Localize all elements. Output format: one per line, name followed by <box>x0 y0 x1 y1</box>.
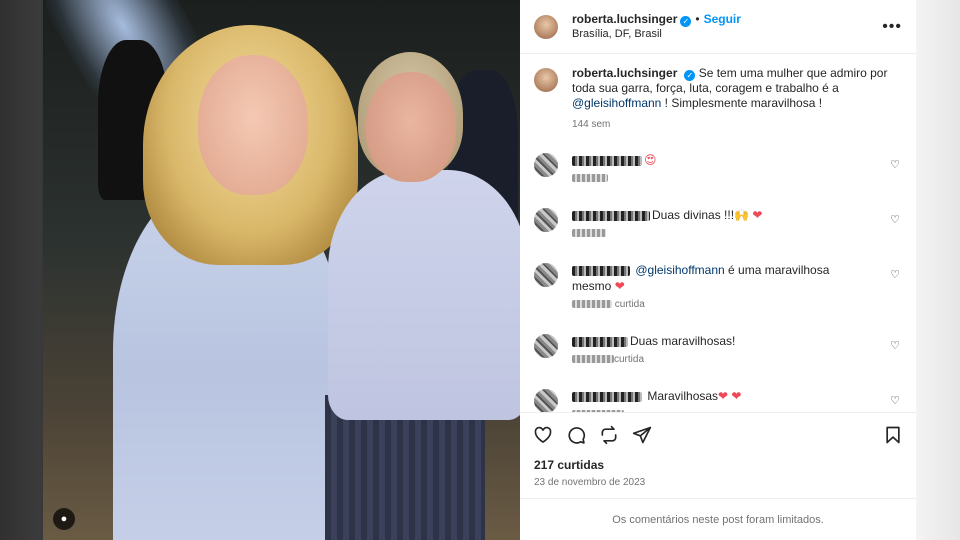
woman-right-blouse <box>328 170 520 420</box>
caption-time: 144 sem <box>572 119 611 130</box>
post-caption: roberta.luchsinger ✓ Se tem uma mulher qu… <box>534 66 902 132</box>
blurred-backdrop-right <box>915 0 960 540</box>
comment-icon[interactable] <box>565 424 587 446</box>
blurred-username[interactable] <box>572 210 650 221</box>
author-avatar[interactable] <box>534 14 558 39</box>
red-heart-emoji: ❤ <box>752 208 763 222</box>
share-icon[interactable] <box>631 424 653 446</box>
post-actions <box>520 412 916 456</box>
blurred-meta <box>572 300 612 309</box>
post-date: 23 de novembro de 2023 <box>534 477 646 488</box>
comment-item: Maravilhosas❤ ❤ ♡ <box>534 388 902 412</box>
like-icon[interactable] <box>532 424 554 446</box>
like-comment-icon[interactable]: ♡ <box>890 339 900 352</box>
post-header: roberta.luchsinger ✓ • Seguir Brasília, DF,… <box>520 0 916 54</box>
blurred-meta <box>572 410 624 412</box>
commenter-avatar[interactable] <box>534 208 558 232</box>
comment-mention[interactable]: @gleisihoffmann <box>635 263 724 277</box>
follow-button[interactable]: Seguir <box>704 12 741 26</box>
like-comment-icon[interactable]: ♡ <box>890 394 900 407</box>
like-comment-icon[interactable]: ♡ <box>890 213 900 226</box>
comment-item: Duas maravilhosas! curtida ♡ <box>534 333 902 368</box>
commenter-avatar[interactable] <box>534 334 558 358</box>
blurred-username[interactable] <box>572 265 630 276</box>
more-options-icon[interactable]: ••• <box>882 18 902 36</box>
blurred-meta <box>572 229 606 238</box>
comment-text: Duas maravilhosas! <box>630 334 736 348</box>
raised-hands-emoji: 🙌 <box>734 208 749 222</box>
woman-left-face <box>198 55 308 195</box>
post-location[interactable]: Brasília, DF, Brasil <box>572 27 741 42</box>
comment-item: 😍 ♡ <box>534 152 902 187</box>
post-photo[interactable]: ● <box>43 0 520 540</box>
caption-text-end: ! Simplesmente maravilhosa ! <box>661 96 823 110</box>
comment-item: Duas divinas !!!🙌 ❤ ♡ <box>534 207 902 242</box>
comment-like-count[interactable]: curtida <box>615 299 645 310</box>
blurred-meta <box>572 174 608 183</box>
commenter-avatar[interactable] <box>534 389 558 412</box>
like-comment-icon[interactable]: ♡ <box>890 158 900 171</box>
comments-limited-notice: Os comentários neste post foram limitado… <box>520 498 916 540</box>
caption-mention[interactable]: @gleisihoffmann <box>572 96 661 110</box>
red-heart-emoji: ❤ <box>614 279 625 293</box>
comment-like-count[interactable]: curtida <box>614 354 644 365</box>
like-comment-icon[interactable]: ♡ <box>890 268 900 281</box>
red-heart-emoji: ❤ ❤ <box>718 389 742 403</box>
likes-count[interactable]: 217 curtidas <box>520 456 916 472</box>
header-meta: roberta.luchsinger ✓ • Seguir Brasília, DF,… <box>572 11 741 42</box>
commenter-avatar[interactable] <box>534 153 558 177</box>
verified-icon: ✓ <box>684 70 696 81</box>
comment-text: Maravilhosas <box>647 389 719 403</box>
commenter-avatar[interactable] <box>534 263 558 287</box>
post-side-panel: roberta.luchsinger ✓ • Seguir Brasília, DF,… <box>520 0 916 540</box>
repost-icon[interactable] <box>598 424 620 446</box>
verified-icon: ✓ <box>680 16 692 27</box>
author-username[interactable]: roberta.luchsinger <box>572 12 677 26</box>
blurred-username[interactable] <box>572 336 628 347</box>
caption-username[interactable]: roberta.luchsinger <box>572 66 677 80</box>
woman-right-face <box>366 72 456 182</box>
blurred-username[interactable] <box>572 391 642 402</box>
save-bookmark-icon[interactable] <box>882 424 904 446</box>
blurred-meta <box>572 355 614 364</box>
heart-eyes-emoji: 😍 <box>644 153 657 167</box>
separator-dot: • <box>695 12 700 26</box>
author-avatar[interactable] <box>534 68 558 92</box>
comment-text: Duas divinas !!! <box>652 208 735 222</box>
comments-list[interactable]: roberta.luchsinger ✓ Se tem uma mulher qu… <box>520 54 916 412</box>
blurred-username[interactable] <box>572 155 642 166</box>
comment-item: @gleisihoffmann é uma maravilhosa mesmo … <box>534 262 902 313</box>
tagged-users-icon[interactable]: ● <box>53 508 75 530</box>
